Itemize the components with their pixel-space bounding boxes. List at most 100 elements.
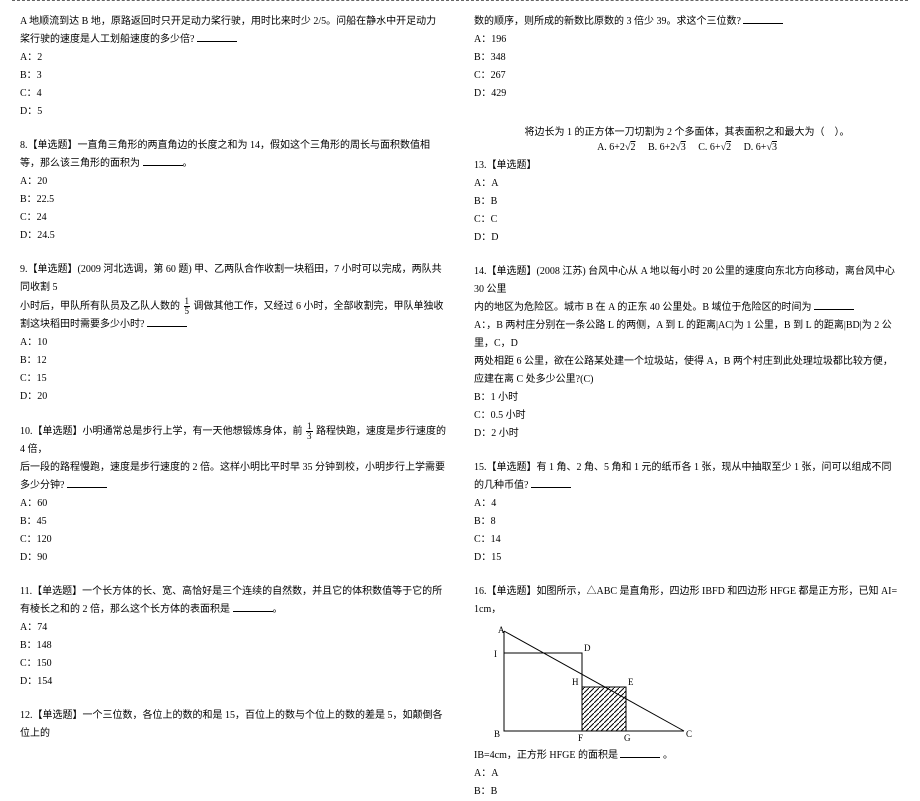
- q12-tail: 数的顺序，则所成的新数比原数的 3 倍少 39。求这个三位数?: [474, 13, 900, 31]
- q13-c-rad: 2: [726, 142, 731, 153]
- q13-a-rad: 2: [630, 142, 635, 153]
- q16-post-suf: 。: [663, 750, 673, 761]
- q14-opt-c: C：0.5 小时: [474, 407, 900, 425]
- q8-opt-a: A：20: [20, 173, 446, 191]
- q9-line2: 小时后，甲队所有队员及乙队人数的 1 5 调做其他工作，又经过 6 小时，全部收…: [20, 297, 446, 334]
- q14-opt-d: D：2 小时: [474, 425, 900, 443]
- q10-opt-b: B：45: [20, 513, 446, 531]
- q8-text: 8.【单选题】一直角三角形的两直角边的长度之和为 14，假如这个三角形的周长与面…: [20, 140, 430, 169]
- q12-opt-d: D：429: [474, 85, 900, 103]
- page-top-divider: [12, 0, 908, 1]
- q11-opt-d: D：154: [20, 673, 446, 691]
- q9-opt-b: B：12: [20, 352, 446, 370]
- q13-c-pre: C. 6+: [698, 142, 720, 153]
- q8-stem: 8.【单选题】一直角三角形的两直角边的长度之和为 14，假如这个三角形的周长与面…: [20, 137, 446, 173]
- q16-diagram: A I B D H E F G C: [474, 623, 704, 743]
- diagram-label-E: E: [628, 677, 634, 687]
- diagram-label-F: F: [578, 733, 583, 743]
- q13-a-pre: A. 6+2: [597, 142, 625, 153]
- q14-l2-text: 内的地区为危险区。城市 B 在 A 的正东 40 公里处。B 域位于危险区的时间…: [474, 302, 812, 313]
- right-column: 数的顺序，则所成的新数比原数的 3 倍少 39。求这个三位数? A：196 B：…: [460, 5, 908, 656]
- q14-line4: 两处相距 6 公里，欲在公路某处建一个垃圾站，使得 A，B 两个村庄到此处理垃圾…: [474, 353, 900, 389]
- q10-opt-d: D：90: [20, 549, 446, 567]
- q10-opt-c: C：120: [20, 531, 446, 549]
- q10-opt-a: A：60: [20, 495, 446, 513]
- diagram-label-G: G: [624, 733, 631, 743]
- q9-line1: 9.【单选题】(2009 河北选调，第 60 题) 甲、乙两队合作收割一块稻田，…: [20, 261, 446, 297]
- q10-fraction: 1 3: [306, 422, 313, 441]
- q7-opt-c: C：4: [20, 85, 446, 103]
- page-container: A 地顺流到达 B 地，原路返回时只开足动力桨行驶，用时比来时少 2/5。问船在…: [0, 5, 920, 656]
- q16-post: IB=4cm，正方形 HFGE 的面积是 。: [474, 747, 900, 765]
- q12-opt-b: B：348: [474, 49, 900, 67]
- diagram-label-A: A: [498, 625, 505, 635]
- q13-choice-b: B. 6+2√3: [648, 142, 686, 153]
- q11-stem: 11.【单选题】一个长方体的长、宽、高恰好是三个连续的自然数，并且它的体积数值等…: [20, 583, 446, 619]
- q15-stem: 15.【单选题】有 1 角、2 角、5 角和 1 元的纸币各 1 张，现从中抽取…: [474, 459, 900, 495]
- q14-line3: A：，B 两村庄分别在一条公路 L 的两侧，A 到 L 的距离|AC|为 1 公…: [474, 317, 900, 353]
- q10-frac-den: 3: [306, 432, 313, 441]
- q10-line2: 后一段的路程慢跑，速度是步行速度的 2 倍。这样小明比平时早 35 分钟到校，小…: [20, 459, 446, 495]
- q12-opt-c: C：267: [474, 67, 900, 85]
- q14-opt-b: B：1 小时: [474, 389, 900, 407]
- q14-line2: 内的地区为危险区。城市 B 在 A 的正东 40 公里处。B 域位于危险区的时间…: [474, 299, 900, 317]
- q13-d-pre: D. 6+: [744, 142, 767, 153]
- q13-opt-b: B：B: [474, 193, 900, 211]
- q10-blank: [67, 477, 107, 488]
- q13-choice-c: C. 6+√2: [698, 142, 731, 153]
- q8-opt-d: D：24.5: [20, 227, 446, 245]
- left-column: A 地顺流到达 B 地，原路返回时只开足动力桨行驶，用时比来时少 2/5。问船在…: [12, 5, 460, 656]
- q16-blank: [620, 747, 660, 758]
- q14-blank: [814, 299, 854, 310]
- q10-pre: 10.【单选题】小明通常总是步行上学，有一天他想锻炼身体，前: [20, 426, 303, 437]
- q12-blank: [743, 13, 783, 24]
- q7-opt-a: A：2: [20, 49, 446, 67]
- diagram-label-C: C: [686, 729, 692, 739]
- q8-opt-c: C：24: [20, 209, 446, 227]
- q10-line1: 10.【单选题】小明通常总是步行上学，有一天他想锻炼身体，前 1 3 路程快跑，…: [20, 422, 446, 459]
- q11-text: 11.【单选题】一个长方体的长、宽、高恰好是三个连续的自然数，并且它的体积数值等…: [20, 586, 442, 615]
- q9-opt-a: A：10: [20, 334, 446, 352]
- q16-pre: 16.【单选题】如图所示，△ABC 是直角形，四边形 IBFD 和四边形 HFG…: [474, 583, 900, 619]
- q13-stem: 将边长为 1 的正方体一刀切割为 2 个多面体，其表面积之和最大为（ ）。: [474, 123, 900, 138]
- q11-blank: [233, 601, 273, 612]
- q13-choice-d: D. 6+√3: [744, 142, 777, 153]
- q13-choice-a: A. 6+2√2: [597, 142, 635, 153]
- q11-opt-b: B：148: [20, 637, 446, 655]
- q9-opt-c: C：15: [20, 370, 446, 388]
- q11-opt-a: A：74: [20, 619, 446, 637]
- q12-tail-text: 数的顺序，则所成的新数比原数的 3 倍少 39。求这个三位数?: [474, 16, 741, 27]
- q12-head: 12.【单选题】一个三位数，各位上的数的和是 15，百位上的数与个位上的数的差是…: [20, 707, 446, 743]
- q8-opt-b: B：22.5: [20, 191, 446, 209]
- q16-opt-a: A：A: [474, 765, 900, 783]
- q7-blank: [197, 31, 237, 42]
- q7-opt-d: D：5: [20, 103, 446, 121]
- q16-opt-b: B：B: [474, 783, 900, 801]
- q15-opt-d: D：15: [474, 549, 900, 567]
- q9-fraction: 1 5: [184, 297, 191, 316]
- q9-pre: 小时后，甲队所有队员及乙队人数的: [20, 301, 180, 312]
- q9-frac-den: 5: [184, 307, 191, 316]
- q7-tail: A 地顺流到达 B 地，原路返回时只开足动力桨行驶，用时比来时少 2/5。问船在…: [20, 13, 446, 49]
- q12-opt-a: A：196: [474, 31, 900, 49]
- q15-blank: [531, 477, 571, 488]
- q13-opt-d: D：D: [474, 229, 900, 247]
- q15-opt-c: C：14: [474, 531, 900, 549]
- q14-line1: 14.【单选题】(2008 江苏) 台风中心从 A 地以每小时 20 公里的速度…: [474, 263, 900, 299]
- q13-b-pre: B. 6+2: [648, 142, 675, 153]
- q15-opt-a: A：4: [474, 495, 900, 513]
- diagram-label-H: H: [572, 677, 579, 687]
- q9-opt-d: D：20: [20, 388, 446, 406]
- diagram-label-B: B: [494, 729, 500, 739]
- q16-post-pre: IB=4cm，正方形 HFGE 的面积是: [474, 750, 618, 761]
- diagram-label-D: D: [584, 643, 591, 653]
- q9-blank: [147, 316, 187, 327]
- q13-opt-c: C：C: [474, 211, 900, 229]
- q13-label: 13.【单选题】: [474, 157, 900, 175]
- q15-opt-b: B：8: [474, 513, 900, 531]
- q13-d-rad: 3: [772, 142, 777, 153]
- q7-opt-b: B：3: [20, 67, 446, 85]
- q13-opt-a: A：A: [474, 175, 900, 193]
- q13-choices-row: A. 6+2√2 B. 6+2√3 C. 6+√2 D. 6+√3: [474, 142, 900, 153]
- q8-blank: [143, 155, 183, 166]
